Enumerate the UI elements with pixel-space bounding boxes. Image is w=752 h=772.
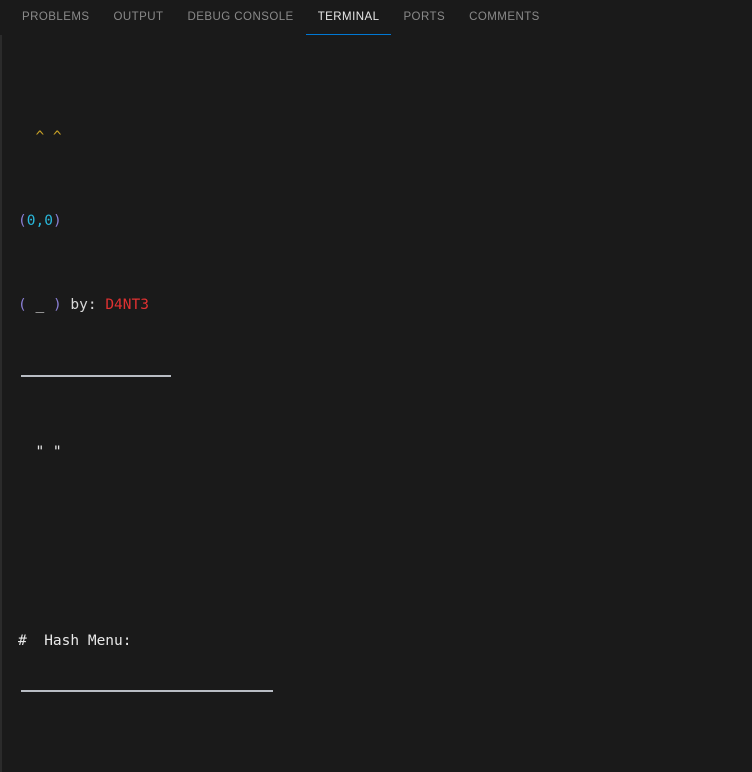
tab-terminal-label: TERMINAL <box>317 11 380 23</box>
banner-author: D4NT3 <box>105 297 149 313</box>
terminal-left-border <box>0 35 2 772</box>
tab-comments-label: COMMENTS <box>469 11 540 23</box>
panel-tab-bar: PROBLEMS OUTPUT DEBUG CONSOLE TERMINAL P… <box>0 0 752 35</box>
banner-face-paren-close: ) <box>52 213 62 229</box>
spacer-after-heading <box>18 757 752 772</box>
banner-body-paren-open: ( <box>18 297 27 313</box>
menu-heading: # Hash Menu: <box>18 633 132 649</box>
banner-body-line: ( _ ) by: D4NT3 <box>18 295 752 316</box>
banner-ears: ^ ^ <box>18 129 62 145</box>
banner-body-mid: _ <box>26 297 53 313</box>
menu-heading-line: # Hash Menu: <box>18 631 752 652</box>
tab-comments[interactable]: COMMENTS <box>457 0 552 35</box>
terminal-panel[interactable]: ^ ^ (0,0) ( _ ) by: D4NT3 " " # Hash Men… <box>0 35 752 772</box>
spacer-after-banner <box>18 526 752 547</box>
tab-output-label: OUTPUT <box>113 11 164 23</box>
tab-debug-console-label: DEBUG CONSOLE <box>187 11 294 23</box>
banner-ears-line: ^ ^ <box>18 127 752 148</box>
tab-ports[interactable]: PORTS <box>391 0 457 35</box>
banner-feet-line: " " <box>18 442 752 463</box>
menu-heading-underline <box>21 690 273 692</box>
tab-output[interactable]: OUTPUT <box>102 0 176 35</box>
terminal-output[interactable]: ^ ^ (0,0) ( _ ) by: D4NT3 " " # Hash Men… <box>0 35 752 772</box>
banner-by-label: by: <box>61 297 106 313</box>
banner-face-paren-open: ( <box>18 213 27 229</box>
banner-face-line: (0,0) <box>18 211 752 232</box>
tab-terminal[interactable]: TERMINAL <box>305 0 392 35</box>
tab-debug-console[interactable]: DEBUG CONSOLE <box>176 0 306 35</box>
banner-underline <box>21 375 171 377</box>
tab-ports-label: PORTS <box>403 11 446 23</box>
banner-body-paren-close: ) <box>52 297 62 313</box>
banner-feet: " " <box>18 444 62 460</box>
tab-problems-label: PROBLEMS <box>22 11 90 23</box>
tab-problems[interactable]: PROBLEMS <box>10 0 102 35</box>
banner-face-eyes: 0,0 <box>26 213 53 229</box>
